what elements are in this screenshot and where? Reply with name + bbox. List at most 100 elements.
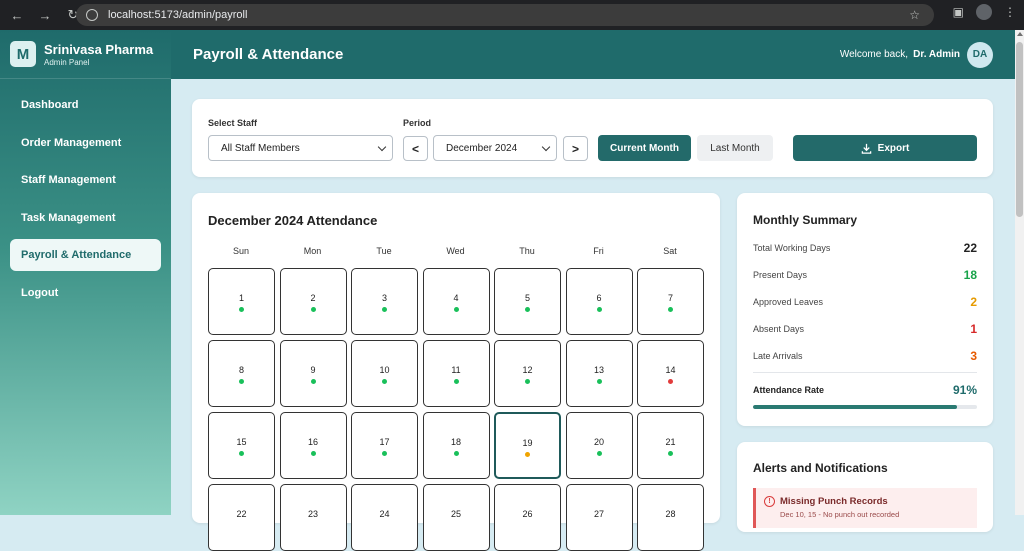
attendance-status-dot: [668, 307, 673, 312]
url-text: localhost:5173/admin/payroll: [108, 9, 248, 21]
calendar-day[interactable]: 12: [494, 340, 561, 407]
calendar-day[interactable]: 26: [494, 484, 561, 551]
attendance-status-dot: [668, 379, 673, 384]
weekday-header: Sat: [663, 246, 677, 256]
summary-row: Absent Days 1: [753, 322, 977, 336]
calendar-day[interactable]: 24: [351, 484, 418, 551]
attendance-status-dot: [525, 452, 530, 457]
attendance-rate-bar: [753, 405, 977, 409]
sidebar-item-payroll-attendance[interactable]: Payroll & Attendance: [10, 239, 161, 271]
download-icon: [861, 143, 871, 154]
calendar-day-number: 24: [379, 509, 390, 519]
monthly-summary: Monthly Summary Attendance Rate 91% Tota…: [737, 193, 993, 426]
next-month-button[interactable]: >: [563, 136, 588, 161]
calendar-day[interactable]: 6: [565, 268, 633, 335]
calendar-day[interactable]: 2: [279, 268, 347, 335]
calendar-day[interactable]: 19: [494, 412, 561, 479]
bookmark-star-icon[interactable]: ☆: [909, 8, 920, 22]
summary-row-value: 1: [970, 322, 977, 336]
calendar-day[interactable]: 11: [422, 340, 490, 407]
attendance-status-dot: [310, 379, 316, 384]
summary-row: Total Working Days 22: [753, 241, 977, 255]
brand-subtitle: Admin Panel: [44, 57, 90, 67]
sidebar-item-logout[interactable]: Logout: [10, 277, 161, 309]
attendance-status-dot: [239, 451, 244, 456]
attendance-calendar: December 2024 Attendance Sun Mon Tue Wed Thu…: [192, 193, 720, 551]
sidebar-item-order-management[interactable]: Order Management: [10, 127, 161, 159]
filter-panel: Select Staff All Staff Members Period < …: [192, 99, 993, 177]
sidebar-item-task-management[interactable]: Task Management: [10, 202, 161, 234]
user-name: Dr. Admin: [913, 49, 960, 60]
attendance-status-dot: [453, 307, 459, 312]
page-header: Payroll & Attendance Welcome back, Dr. A…: [171, 30, 1015, 79]
last-month-button[interactable]: Last Month: [697, 135, 773, 161]
staff-select-value: All Staff Members: [221, 142, 300, 154]
attendance-status-dot: [596, 379, 602, 384]
page-scrollbar[interactable]: [1015, 30, 1024, 515]
alert-item[interactable]: ! Missing Punch Records Dec 10, 15 - No …: [753, 488, 977, 528]
calendar-day[interactable]: 14: [637, 340, 704, 407]
calendar-day[interactable]: 9: [279, 340, 347, 407]
attendance-rate-label: Attendance Rate: [753, 385, 825, 395]
sidebar: M Srinivasa Pharma Admin Panel Dashboard…: [0, 30, 171, 515]
summary-row-label: Approved Leaves: [753, 297, 824, 307]
calendar-day[interactable]: 23: [279, 484, 347, 551]
calendar-day[interactable]: 10: [351, 340, 418, 407]
attendance-status-dot: [239, 379, 244, 384]
calendar-day-number: 3: [381, 293, 387, 303]
calendar-day[interactable]: 16: [279, 412, 347, 479]
calendar-day[interactable]: 13: [565, 340, 633, 407]
back-icon[interactable]: ←: [6, 4, 28, 26]
prev-month-button[interactable]: <: [403, 136, 428, 161]
calendar-day[interactable]: 17: [351, 412, 418, 479]
calendar-day[interactable]: 18: [422, 412, 490, 479]
attendance-status-dot: [382, 451, 387, 456]
calendar-day[interactable]: 20: [565, 412, 633, 479]
calendar-day-number: 28: [665, 509, 676, 519]
calendar-day[interactable]: 21: [637, 412, 704, 479]
calendar-day-number: 5: [524, 293, 530, 303]
extensions-icon[interactable]: ▣: [953, 5, 964, 19]
calendar-day-number: 13: [593, 365, 604, 375]
page-title: Payroll & Attendance: [193, 46, 344, 63]
chevron-down-icon: [377, 142, 387, 152]
sidebar-item-staff-management[interactable]: Staff Management: [10, 164, 161, 196]
attendance-rate-fill: [753, 405, 957, 409]
profile-icon[interactable]: [976, 4, 992, 20]
calendar-day-number: 7: [667, 293, 673, 303]
calendar-day[interactable]: 25: [422, 484, 490, 551]
scroll-up-icon[interactable]: [1017, 32, 1023, 36]
staff-select-label: Select Staff: [208, 118, 258, 128]
calendar-day[interactable]: 15: [208, 412, 275, 479]
site-info-icon[interactable]: [86, 9, 98, 21]
calendar-day[interactable]: 1: [208, 268, 275, 335]
calendar-day[interactable]: 28: [637, 484, 704, 551]
calendar-day-number: 6: [596, 293, 602, 303]
attendance-status-dot: [239, 307, 244, 312]
staff-select[interactable]: All Staff Members: [208, 135, 393, 161]
sidebar-item-dashboard[interactable]: Dashboard: [10, 89, 161, 121]
scroll-thumb[interactable]: [1016, 42, 1023, 217]
calendar-day[interactable]: 22: [208, 484, 275, 551]
calendar-day[interactable]: 3: [351, 268, 418, 335]
calendar-day[interactable]: 5: [494, 268, 561, 335]
calendar-day-number: 4: [453, 293, 459, 303]
calendar-day[interactable]: 8: [208, 340, 275, 407]
menu-dots-icon[interactable]: ⋮: [1004, 5, 1016, 19]
avatar[interactable]: DA: [967, 41, 993, 68]
summary-title: Monthly Summary: [753, 213, 858, 227]
calendar-day[interactable]: 7: [637, 268, 704, 335]
export-button[interactable]: Export: [793, 135, 977, 161]
sidebar-menu: Dashboard Order Management Staff Managemen…: [0, 79, 171, 324]
address-bar[interactable]: localhost:5173/admin/payroll ☆: [76, 4, 934, 26]
welcome-text: Welcome back,: [839, 49, 908, 60]
calendar-day[interactable]: 27: [565, 484, 633, 551]
attendance-status-dot: [382, 379, 387, 384]
calendar-day-number: 21: [665, 437, 676, 447]
current-month-button[interactable]: Current Month: [598, 135, 691, 161]
attendance-status-dot: [310, 307, 316, 312]
period-select[interactable]: December 2024: [433, 135, 557, 161]
forward-icon[interactable]: →: [34, 4, 56, 26]
calendar-day-number: 15: [236, 437, 247, 447]
calendar-day[interactable]: 4: [422, 268, 490, 335]
